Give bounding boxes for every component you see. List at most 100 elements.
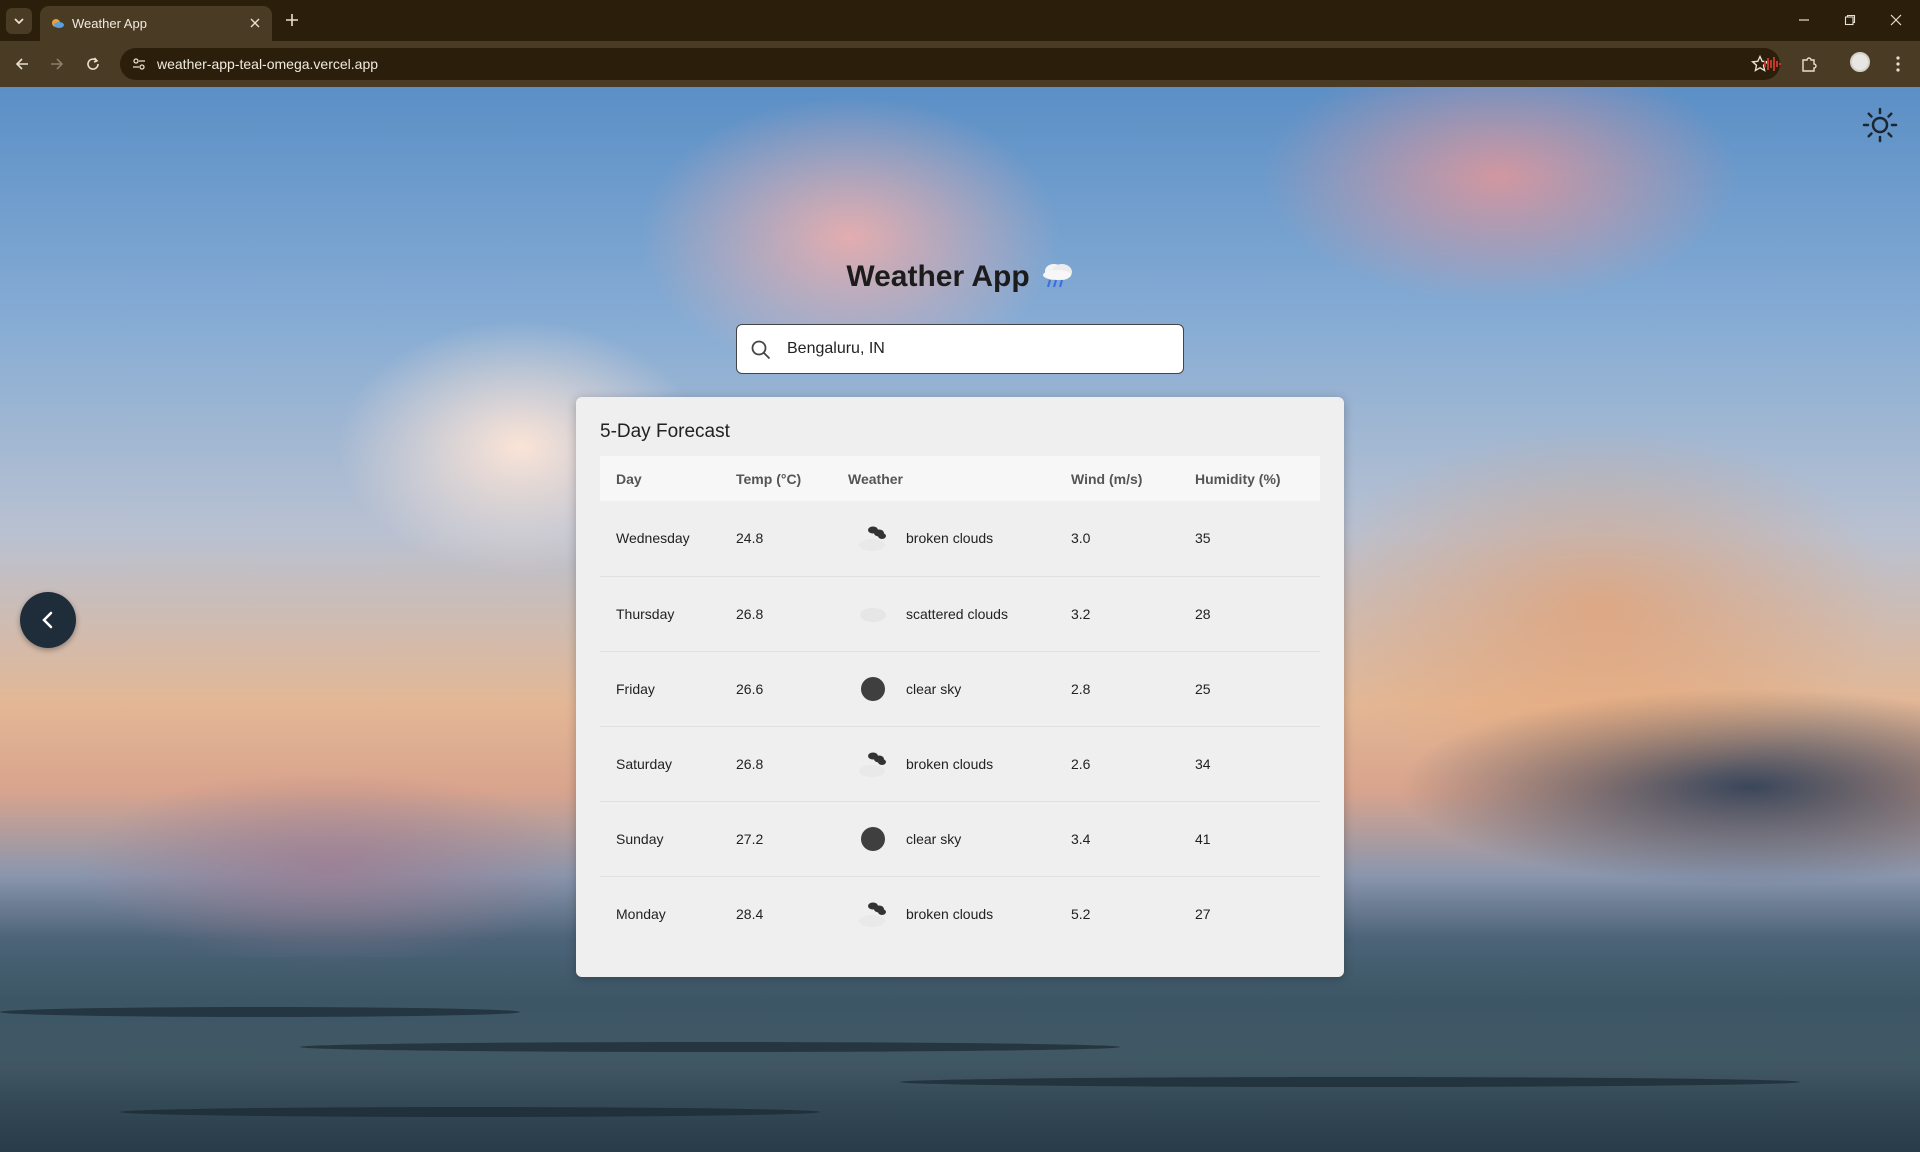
forecast-humidity: 25 <box>1179 651 1320 727</box>
forecast-temp: 28.4 <box>736 905 764 922</box>
extensions-button[interactable] <box>1797 52 1821 76</box>
forecast-weather-cell: scattered clouds <box>832 576 1055 652</box>
plus-icon <box>286 14 298 26</box>
reload-icon <box>87 57 99 70</box>
browser-menu-button[interactable] <box>1886 52 1910 76</box>
forecast-wind: 3.2 <box>1055 576 1179 652</box>
site-info-icon[interactable] <box>131 56 147 72</box>
background-wave <box>120 1107 820 1117</box>
forecast-humidity: 41 <box>1179 801 1320 877</box>
forecast-weather-description: scattered clouds <box>906 605 1008 622</box>
tab-title: Weather App <box>72 16 147 31</box>
background-wave <box>300 1042 1120 1052</box>
forecast-row: Monday 28.4 broken clouds 5.2 27 <box>600 876 1320 951</box>
url-text: weather-app-teal-omega.vercel.app <box>157 56 379 72</box>
minimize-icon <box>1799 19 1809 21</box>
restore-window-button[interactable] <box>1838 9 1862 31</box>
back-button[interactable] <box>10 52 34 76</box>
weather-clear-icon <box>858 824 888 854</box>
forecast-day: Friday <box>600 651 720 727</box>
tab-search-button[interactable] <box>6 8 32 34</box>
soundwave-icon <box>1764 57 1781 71</box>
weather-broken-icon <box>858 749 888 779</box>
new-tab-button[interactable] <box>282 10 302 30</box>
forecast-wind: 2.8 <box>1055 651 1179 727</box>
minimize-window-button[interactable] <box>1792 9 1816 31</box>
forecast-card: 5-Day Forecast Day Temp (°C) Weather Win… <box>576 397 1344 977</box>
forecast-heading: 5-Day Forecast <box>600 421 730 442</box>
forecast-weather: clear sky <box>848 674 1055 704</box>
column-header-weather: Weather <box>832 456 1055 501</box>
column-header-day: Day <box>600 456 720 501</box>
forecast-temp: 26.8 <box>720 726 832 802</box>
forecast-weather-description: clear sky <box>906 830 962 847</box>
forecast-temp: 26.6 <box>720 651 832 727</box>
weather-broken-icon <box>858 899 888 929</box>
forecast-row: Thursday 26.8 scattered clouds 3.2 28 <box>600 576 1320 652</box>
forecast-weather-description: broken clouds <box>906 905 994 922</box>
forecast-humidity: 27 <box>1195 905 1211 922</box>
column-header-humidity: Humidity (%) <box>1179 456 1320 501</box>
forecast-weather: broken clouds <box>848 523 1055 553</box>
more-vertical-icon <box>1896 56 1900 72</box>
weather-clear-icon <box>858 674 888 704</box>
forecast-day: Thursday <box>600 576 720 652</box>
profile-avatar[interactable] <box>1850 52 1870 72</box>
search-icon <box>751 340 771 360</box>
browser-toolbar: weather-app-teal-omega.vercel.app <box>0 41 1920 87</box>
background-sea <box>0 957 1920 1152</box>
weather-favicon-icon <box>52 19 64 28</box>
forecast-wind: 3.4 <box>1055 801 1179 877</box>
forecast-header-row: Day Temp (°C) Weather Wind (m/s) Humidit… <box>600 456 1320 501</box>
forecast-humidity: 35 <box>1179 501 1320 577</box>
chevron-left-icon <box>42 611 53 629</box>
close-icon <box>250 18 260 28</box>
arrow-left-icon <box>15 58 28 70</box>
app-title: Weather App <box>0 260 1920 294</box>
forecast-humidity: 34 <box>1179 726 1320 802</box>
forecast-weather-cell: broken clouds <box>832 501 1055 577</box>
browser-tabstrip: Weather App <box>0 0 1920 41</box>
forecast-weather-cell: clear sky <box>832 801 1055 877</box>
search-bar[interactable] <box>736 324 1184 374</box>
forecast-day: Monday <box>616 905 666 922</box>
chevron-down-icon <box>14 18 24 25</box>
forecast-temp: 26.8 <box>720 576 832 652</box>
forecast-weather: clear sky <box>848 824 1055 854</box>
forecast-wind: 5.2 <box>1071 905 1091 922</box>
column-header-wind: Wind (m/s) <box>1055 456 1179 501</box>
forecast-rows: Wednesday 24.8 broken clouds 3.0 35 Thursday 2… <box>600 501 1320 951</box>
forecast-row: Sunday 27.2 clear sky 3.4 41 <box>600 801 1320 877</box>
forecast-weather-cell: broken clouds <box>832 726 1055 802</box>
reload-button[interactable] <box>81 52 105 76</box>
forward-button[interactable] <box>45 52 69 76</box>
close-window-button[interactable] <box>1884 9 1908 31</box>
address-bar[interactable]: weather-app-teal-omega.vercel.app <box>120 48 1780 80</box>
forecast-weather-description: clear sky <box>906 680 962 697</box>
background-wave <box>900 1077 1800 1087</box>
browser-tab-active[interactable]: Weather App <box>40 6 272 41</box>
forecast-temp: 27.2 <box>720 801 832 877</box>
forecast-day: Sunday <box>600 801 720 877</box>
back-navigation-button[interactable] <box>20 592 76 648</box>
city-search-input[interactable] <box>785 333 1165 365</box>
forecast-row: Saturday 26.8 broken clouds 2.6 34 <box>600 726 1320 802</box>
background-wave <box>0 1007 520 1017</box>
puzzle-icon <box>1802 57 1817 72</box>
forecast-weather: broken clouds <box>848 749 1055 779</box>
column-header-temp: Temp (°C) <box>720 456 832 501</box>
arrow-right-icon <box>51 58 64 70</box>
forecast-weather: broken clouds <box>848 899 1055 929</box>
extension-audio-icon[interactable] <box>1760 52 1784 76</box>
close-icon <box>1890 14 1902 26</box>
forecast-wind: 3.0 <box>1055 501 1179 577</box>
weather-scattered-icon <box>858 599 888 629</box>
theme-toggle-button[interactable] <box>1862 107 1898 143</box>
forecast-humidity: 28 <box>1179 576 1320 652</box>
forecast-temp: 24.8 <box>720 501 832 577</box>
forecast-table: Day Temp (°C) Weather Wind (m/s) Humidit… <box>600 456 1320 951</box>
forecast-day: Saturday <box>600 726 720 802</box>
forecast-day: Wednesday <box>600 501 720 577</box>
tab-close-button[interactable] <box>246 14 264 32</box>
app-title-text: Weather App <box>846 260 1030 293</box>
